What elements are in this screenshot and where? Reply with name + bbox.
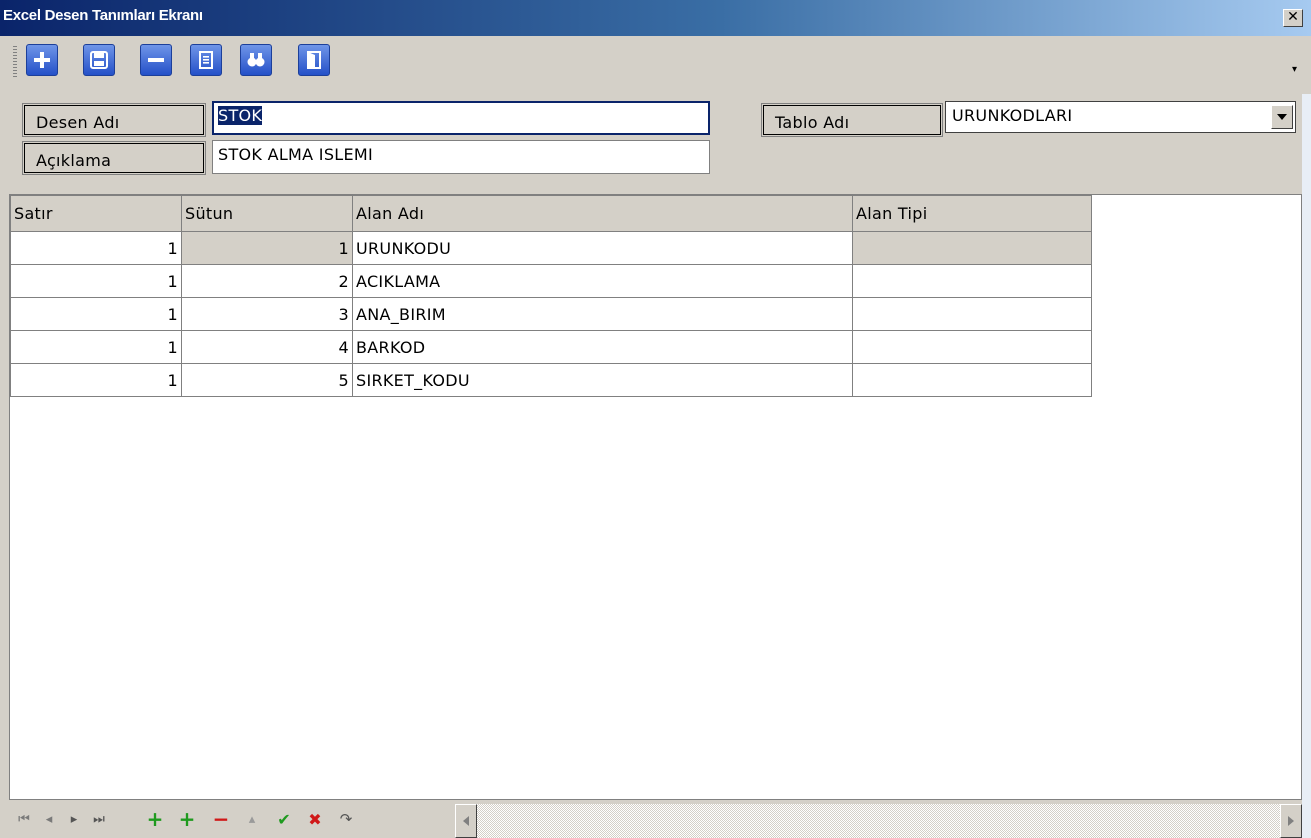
grid-table: Satır Sütun Alan Adı Alan Tipi 1 1 URUNK… bbox=[10, 195, 1092, 397]
cell-satir[interactable]: 1 bbox=[10, 231, 182, 265]
save-icon bbox=[90, 51, 108, 69]
insert-record-icon[interactable]: + bbox=[145, 807, 165, 831]
scroll-right-icon bbox=[1288, 816, 1294, 826]
cell-alan-tipi[interactable] bbox=[852, 330, 1092, 364]
tablo-adi-value: URUNKODLARI bbox=[952, 106, 1073, 125]
aciklama-label: Açıklama bbox=[22, 141, 206, 175]
cell-alan-adi[interactable]: BARKOD bbox=[352, 330, 853, 364]
cell-sutun[interactable]: 3 bbox=[181, 297, 353, 331]
table-row[interactable]: 1 4 BARKOD bbox=[10, 330, 1092, 364]
scroll-left-icon bbox=[463, 816, 469, 826]
list-button[interactable] bbox=[190, 44, 222, 76]
cancel-record-icon[interactable]: ✖ bbox=[305, 808, 325, 830]
add-button[interactable] bbox=[26, 44, 58, 76]
prior-record-icon[interactable]: ◂ bbox=[39, 808, 59, 830]
last-record-icon[interactable]: ⏭ bbox=[89, 808, 109, 830]
exit-icon bbox=[307, 51, 321, 69]
cell-alan-adi[interactable]: ACIKLAMA bbox=[352, 264, 853, 298]
cell-satir[interactable]: 1 bbox=[10, 297, 182, 331]
chevron-down-icon bbox=[1277, 114, 1287, 120]
cell-sutun[interactable]: 5 bbox=[181, 363, 353, 397]
cell-alan-adi[interactable]: ANA_BIRIM bbox=[352, 297, 853, 331]
cell-alan-adi[interactable]: SIRKET_KODU bbox=[352, 363, 853, 397]
close-button[interactable]: ✕ bbox=[1283, 9, 1303, 27]
cell-alan-adi[interactable]: URUNKODU bbox=[352, 231, 853, 265]
desen-adi-label: Desen Adı bbox=[22, 103, 206, 137]
table-row[interactable]: 1 1 URUNKODU bbox=[10, 231, 1092, 265]
remove-button[interactable] bbox=[140, 44, 172, 76]
aciklama-input[interactable]: STOK ALMA ISLEMI bbox=[212, 140, 710, 174]
remove-icon bbox=[148, 58, 164, 62]
cell-alan-tipi[interactable] bbox=[852, 363, 1092, 397]
cell-sutun[interactable]: 2 bbox=[181, 264, 353, 298]
cell-alan-tipi[interactable] bbox=[852, 297, 1092, 331]
list-icon bbox=[199, 51, 213, 69]
horizontal-scrollbar[interactable] bbox=[455, 804, 1302, 838]
delete-record-icon[interactable]: − bbox=[211, 807, 231, 831]
data-grid[interactable]: Satır Sütun Alan Adı Alan Tipi 1 1 URUNK… bbox=[9, 194, 1302, 800]
tablo-adi-select[interactable]: URUNKODLARI bbox=[945, 101, 1296, 133]
scroll-right-button[interactable] bbox=[1280, 804, 1302, 838]
toolbar-grip[interactable] bbox=[13, 46, 17, 79]
title-bar: Excel Desen Tanımları Ekranı ✕ bbox=[0, 0, 1311, 36]
background-strip bbox=[1302, 36, 1311, 838]
scroll-left-button[interactable] bbox=[455, 804, 477, 838]
cell-satir[interactable]: 1 bbox=[10, 264, 182, 298]
desen-adi-value: STOK bbox=[218, 106, 263, 125]
exit-button[interactable] bbox=[298, 44, 330, 76]
tablo-adi-label: Tablo Adı bbox=[761, 103, 943, 137]
first-record-icon[interactable]: ⏮ bbox=[14, 808, 34, 830]
desen-adi-input[interactable]: STOK bbox=[212, 101, 710, 135]
column-header-alan-adi[interactable]: Alan Adı bbox=[352, 195, 853, 232]
table-row[interactable]: 1 5 SIRKET_KODU bbox=[10, 363, 1092, 397]
cell-satir[interactable]: 1 bbox=[10, 330, 182, 364]
refresh-icon[interactable]: ↷ bbox=[336, 808, 356, 830]
cell-sutun[interactable]: 1 bbox=[181, 231, 353, 265]
dropdown-button[interactable] bbox=[1271, 105, 1293, 129]
close-icon: ✕ bbox=[1287, 9, 1299, 25]
cell-satir[interactable]: 1 bbox=[10, 363, 182, 397]
toolbar: ▾ bbox=[0, 36, 1311, 94]
save-button[interactable] bbox=[83, 44, 115, 76]
post-record-icon[interactable]: ✔ bbox=[274, 808, 294, 830]
column-header-alan-tipi[interactable]: Alan Tipi bbox=[852, 195, 1092, 232]
aciklama-value: STOK ALMA ISLEMI bbox=[218, 145, 374, 164]
table-row[interactable]: 1 3 ANA_BIRIM bbox=[10, 297, 1092, 331]
window-title: Excel Desen Tanımları Ekranı bbox=[3, 7, 203, 24]
find-icon bbox=[247, 53, 265, 67]
edit-record-icon[interactable]: ▴ bbox=[242, 808, 262, 830]
column-header-satir[interactable]: Satır bbox=[10, 195, 182, 232]
cell-alan-tipi[interactable] bbox=[852, 231, 1092, 265]
cell-sutun[interactable]: 4 bbox=[181, 330, 353, 364]
find-button[interactable] bbox=[240, 44, 272, 76]
table-row[interactable]: 1 2 ACIKLAMA bbox=[10, 264, 1092, 298]
toolbar-overflow-icon[interactable]: ▾ bbox=[1292, 64, 1297, 75]
next-record-icon[interactable]: ▸ bbox=[64, 808, 84, 830]
add-icon bbox=[34, 52, 50, 68]
cell-alan-tipi[interactable] bbox=[852, 264, 1092, 298]
column-header-sutun[interactable]: Sütun bbox=[181, 195, 353, 232]
append-record-icon[interactable]: + bbox=[177, 807, 197, 831]
